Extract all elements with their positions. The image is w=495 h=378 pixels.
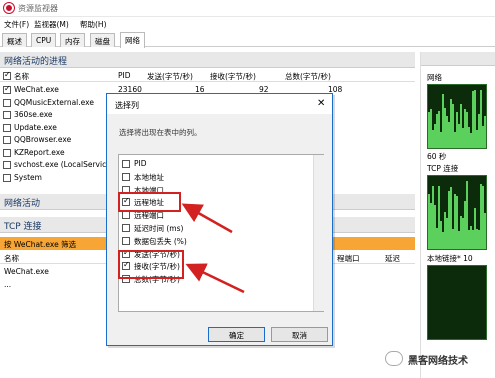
tcp-col-latency[interactable]: 延迟 [385,253,400,264]
row-checkbox[interactable] [3,123,11,132]
select-all-checkbox[interactable] [3,70,11,80]
section-net-processes[interactable]: 网络活动的进程 [0,52,415,68]
row-checkbox[interactable] [3,111,11,119]
column-checkbox[interactable] [122,160,130,168]
dialog-title: 选择列 [115,101,139,110]
column-option[interactable]: 本地地址 [122,171,302,183]
tcp-row-name: WeChat.exe [4,267,49,276]
row-checkbox[interactable] [3,136,11,144]
section-title: TCP 连接 [4,222,42,232]
column-option[interactable]: 数据包丢失 (%) [122,235,302,247]
proc-name: Update.exe [14,122,57,132]
column-option-label: 延迟时间 (ms) [134,224,184,233]
graph-panel-header [421,52,495,66]
tab-strip: 概述 CPU 内存 磁盘 网络 [0,31,495,48]
app-icon [4,3,14,13]
local-link-graph [427,265,487,340]
tab-memory[interactable]: 内存 [60,33,85,47]
col-name[interactable]: 名称 [14,71,29,82]
menu-bar: 文件(F) 监视器(M) 帮助(H) [0,17,495,31]
tab-disk[interactable]: 磁盘 [90,33,115,47]
choose-columns-dialog: 选择列 ✕ 选择将出现在表中的列。 PID本地地址本地端口远程地址远程端口延迟时… [106,93,333,346]
column-option-label: 本地地址 [134,172,164,182]
column-option[interactable]: 延迟时间 (ms) [122,222,302,234]
dialog-title-bar: 选择列 ✕ [107,94,332,114]
column-option-label: PID [134,159,147,168]
highlight-remote-address [118,192,181,212]
tcp-graph [427,175,487,250]
row-checkbox[interactable] [3,173,11,182]
tab-overview[interactable]: 概述 [2,33,27,47]
graph-label-network: 网络 [427,73,442,82]
cancel-button[interactable]: 取消 [271,327,328,342]
tcp-col-remote-port[interactable]: 程端口 [337,253,360,264]
proc-name: KZReport.exe [14,147,65,157]
col-recv[interactable]: 接收(字节/秒) [210,71,256,82]
col-total[interactable]: 总数(字节/秒) [285,71,331,82]
column-option-label: 数据包丢失 (%) [134,236,187,246]
proc-name: 360se.exe [14,110,53,119]
tcp-row-name: ... [4,280,12,289]
section-title: 网络活动 [4,199,41,209]
graph-bar [486,109,487,148]
graph-label-local-link: 本地链接* 10 [427,254,473,263]
col-send[interactable]: 发送(字节/秒) [147,71,193,82]
proc-name: WeChat.exe [14,85,59,94]
tcp-col-name[interactable]: 名称 [4,253,19,264]
row-checkbox[interactable] [3,98,11,107]
proc-name: QQBrowser.exe [14,135,72,144]
close-icon[interactable]: ✕ [317,98,325,109]
dialog-description: 选择将出现在表中的列。 [119,128,202,137]
column-option[interactable]: PID [122,158,302,170]
column-checkbox[interactable] [122,211,130,220]
columns-listbox: PID本地地址本地端口远程地址远程端口延迟时间 (ms)数据包丢失 (%)发送(… [118,154,324,312]
highlight-send-recv [118,250,184,279]
menu-monitor[interactable]: 监视器(M) [34,19,69,30]
listbox-scrollbar[interactable] [313,155,324,311]
graph-bar [486,192,487,249]
menu-file[interactable]: 文件(F) [4,19,29,30]
menu-help[interactable]: 帮助(H) [80,19,107,30]
wechat-logo-icon [385,351,403,366]
watermark: 黑客网络技术 [408,356,468,367]
network-graph [427,84,487,149]
resource-monitor-window: 资源监视器 文件(F) 监视器(M) 帮助(H) 概述 CPU 内存 磁盘 网络… [0,0,495,378]
tab-cpu[interactable]: CPU [31,33,57,47]
proc-table-header: 名称 PID 发送(字节/秒) 接收(字节/秒) 总数(字节/秒) [0,70,415,82]
proc-name: QQMusicExternal.exe [14,97,94,107]
column-checkbox[interactable] [122,172,130,181]
row-checkbox[interactable] [3,84,11,94]
title-bar: 资源监视器 [0,0,495,17]
window-title: 资源监视器 [18,4,58,13]
row-checkbox[interactable] [3,148,11,157]
graph-panel: 网络 60 秒 TCP 连接 本地链接* 10 [420,52,495,378]
graph-label-tcp: TCP 连接 [427,164,459,173]
proc-name: System [14,172,42,182]
column-checkbox[interactable] [122,224,130,232]
row-checkbox[interactable] [3,161,11,169]
column-checkbox[interactable] [122,236,130,245]
section-title: 网络活动的进程 [4,57,68,67]
col-pid[interactable]: PID [118,71,131,80]
graph-label-60s: 60 秒 [427,152,447,161]
ok-button[interactable]: 确定 [208,327,265,342]
tcp-filter-label: 按 WeChat.exe 筛选 [4,240,77,249]
tab-network[interactable]: 网络 [120,32,145,48]
